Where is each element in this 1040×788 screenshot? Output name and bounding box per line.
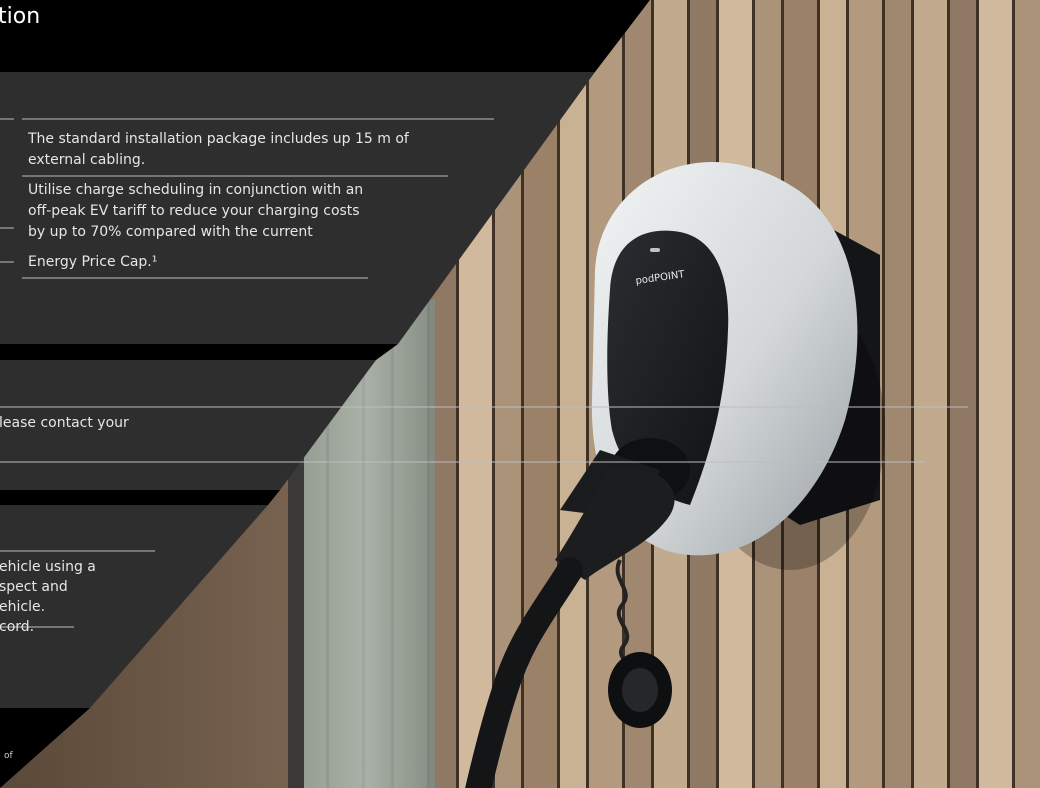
footnote: of <box>4 751 13 761</box>
wood-plank-gap <box>586 0 589 788</box>
brochure-page: podPOINT tion The standard installation … <box>0 0 1040 788</box>
wood-plank <box>979 0 1012 788</box>
tariff-para-line-1: Utilise charge scheduling in conjunction… <box>28 182 364 198</box>
wood-plank-gap <box>976 0 979 788</box>
wood-plank <box>560 0 586 788</box>
wood-plank-gap <box>911 0 914 788</box>
contact-para-line-1: lease contact your <box>0 415 129 431</box>
installation-para-line-2: external cabling. <box>28 152 146 168</box>
wood-plank <box>950 0 976 788</box>
tariff-para-line-4: Energy Price Cap.¹ <box>28 254 158 270</box>
wood-plank-gap <box>1012 0 1015 788</box>
vehicle-para-line-1: ehicle using a <box>0 559 96 575</box>
plug-cap-inner <box>622 668 658 712</box>
band-1 <box>0 344 398 360</box>
tariff-para-line-3: by up to 70% compared with the current <box>28 224 313 240</box>
ev-charger-photo: podPOINT <box>0 0 1040 788</box>
tariff-para-line-2: off-peak EV tariff to reduce your chargi… <box>28 203 360 219</box>
title-band <box>0 0 650 72</box>
wood-plank-gap <box>882 0 885 788</box>
vehicle-para-line-2: spect and <box>0 579 68 595</box>
wood-plank <box>1015 0 1040 788</box>
installation-para-line-1: The standard installation package includ… <box>28 131 409 147</box>
band-2 <box>0 490 280 505</box>
vehicle-para-line-3: ehicle. <box>0 599 46 615</box>
wood-plank <box>885 0 911 788</box>
charger-indicator <box>650 248 660 252</box>
vehicle-para-line-4: cord. <box>0 619 35 635</box>
wood-plank <box>914 0 947 788</box>
wood-plank-gap <box>947 0 950 788</box>
page-title: tion <box>0 4 41 29</box>
